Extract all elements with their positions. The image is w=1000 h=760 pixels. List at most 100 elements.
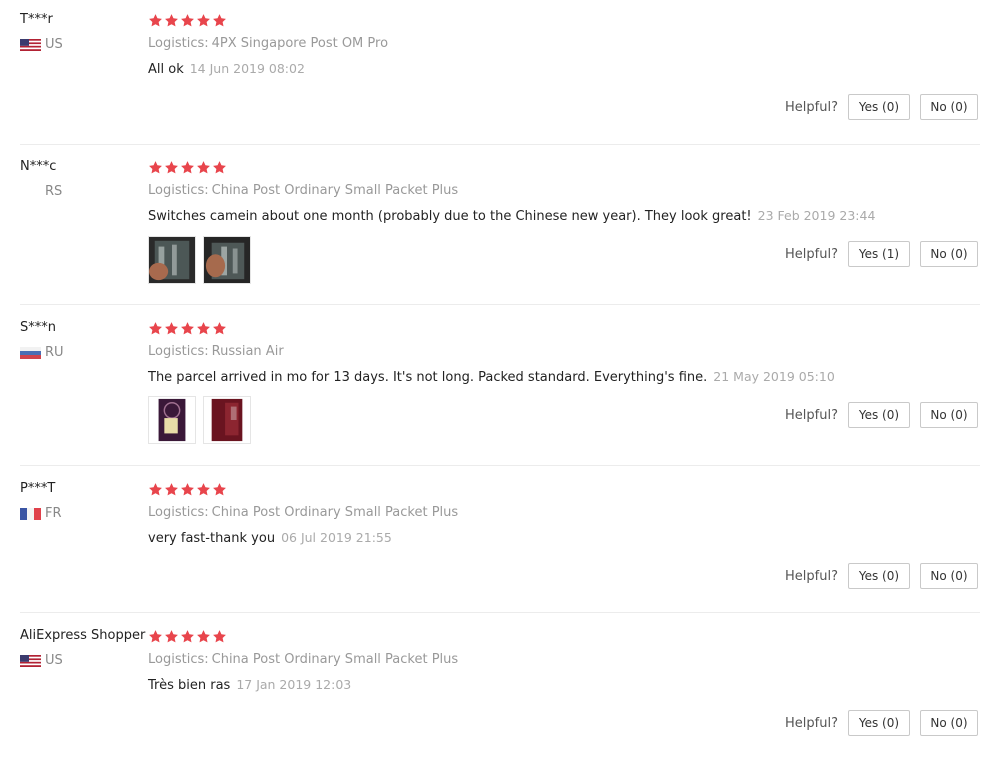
- logistics-label: Logistics:: [148, 183, 209, 198]
- helpful-vote: Helpful? Yes (0) No (0): [785, 402, 978, 428]
- star-icon: [197, 322, 210, 335]
- reviewer-name: S***n: [20, 320, 56, 335]
- logistics-info: Logistics: China Post Ordinary Small Pack…: [148, 505, 458, 520]
- ru-flag-icon: [20, 346, 41, 359]
- review-photo-thumbnail[interactable]: [203, 236, 251, 284]
- helpful-yes-button[interactable]: Yes (0): [847, 563, 910, 589]
- logistics-value: China Post Ordinary Small Packet Plus: [211, 652, 459, 667]
- fr-flag-icon: [20, 507, 41, 520]
- star-icon: [181, 483, 194, 496]
- star-icon: [149, 630, 162, 643]
- logistics-label: Logistics:: [148, 652, 209, 667]
- divider: [20, 465, 980, 466]
- star-icon: [165, 630, 178, 643]
- helpful-no-button[interactable]: No (0): [919, 94, 978, 120]
- star-icon: [213, 14, 226, 27]
- helpful-no-button[interactable]: No (0): [919, 241, 978, 267]
- review-photo-thumbnail[interactable]: [203, 396, 251, 444]
- feedback: very fast-thank you 06 Jul 2019 21:55: [148, 530, 392, 546]
- star-icon: [165, 161, 178, 174]
- helpful-label: Helpful?: [785, 715, 838, 731]
- feedback: All ok 14 Jun 2019 08:02: [148, 61, 305, 77]
- helpful-label: Helpful?: [785, 246, 838, 262]
- feedback-text: The parcel arrived in mo for 13 days. It…: [148, 370, 708, 385]
- feedback-text: very fast-thank you: [148, 531, 276, 546]
- star-icon: [213, 161, 226, 174]
- helpful-yes-button[interactable]: Yes (0): [847, 710, 910, 736]
- review-list: T***r US Logistics: 4PX Singapore Post OM…: [0, 0, 1000, 760]
- reviewer-country: FR: [20, 506, 62, 521]
- helpful-no-button[interactable]: No (0): [919, 563, 978, 589]
- helpful-vote: Helpful? Yes (1) No (0): [785, 241, 978, 267]
- reviewer-country: US: [20, 37, 63, 52]
- logistics-label: Logistics:: [148, 36, 209, 51]
- review-photo-thumbnail[interactable]: [148, 236, 196, 284]
- country-code: US: [45, 653, 63, 668]
- star-icon: [181, 630, 194, 643]
- review-photo-thumbnail[interactable]: [148, 396, 196, 444]
- logistics-value: 4PX Singapore Post OM Pro: [211, 36, 389, 51]
- star-icon: [213, 483, 226, 496]
- logistics-info: Logistics: China Post Ordinary Small Pack…: [148, 183, 458, 198]
- blank-flag-icon: [20, 186, 41, 198]
- helpful-yes-button[interactable]: Yes (0): [847, 94, 910, 120]
- reviewer-name: T***r: [20, 12, 53, 27]
- star-icon: [197, 161, 210, 174]
- star-icon: [213, 322, 226, 335]
- helpful-yes-button[interactable]: Yes (1): [847, 241, 910, 267]
- star-icon: [165, 483, 178, 496]
- feedback-date: 06 Jul 2019 21:55: [281, 530, 392, 545]
- feedback-date: 14 Jun 2019 08:02: [189, 61, 305, 76]
- star-icon: [181, 322, 194, 335]
- feedback-text: Très bien ras: [148, 678, 231, 693]
- star-icon: [149, 161, 162, 174]
- star-rating: [148, 160, 227, 175]
- logistics-value: China Post Ordinary Small Packet Plus: [211, 183, 459, 198]
- helpful-vote: Helpful? Yes (0) No (0): [785, 94, 978, 120]
- helpful-no-button[interactable]: No (0): [919, 710, 978, 736]
- star-rating: [148, 321, 227, 336]
- feedback-date: 23 Feb 2019 23:44: [757, 208, 876, 223]
- feedback: The parcel arrived in mo for 13 days. It…: [148, 369, 835, 385]
- helpful-yes-button[interactable]: Yes (0): [847, 402, 910, 428]
- star-rating: [148, 482, 227, 497]
- country-code: RS: [45, 184, 63, 199]
- logistics-value: China Post Ordinary Small Packet Plus: [211, 505, 459, 520]
- divider: [20, 144, 980, 145]
- reviewer-country: RS: [20, 184, 62, 199]
- review-photos: [148, 396, 251, 444]
- reviewer-name: AliExpress Shopper: [20, 628, 146, 643]
- star-icon: [165, 14, 178, 27]
- star-icon: [181, 14, 194, 27]
- star-icon: [149, 483, 162, 496]
- feedback: Switches camein about one month (probabl…: [148, 208, 875, 224]
- reviewer-country: RU: [20, 345, 64, 360]
- feedback-text: Switches camein about one month (probabl…: [148, 209, 752, 224]
- star-icon: [197, 483, 210, 496]
- us-flag-icon: [20, 38, 41, 51]
- logistics-value: Russian Air: [211, 344, 284, 359]
- feedback-date: 17 Jan 2019 12:03: [236, 677, 352, 692]
- divider: [20, 304, 980, 305]
- star-icon: [197, 14, 210, 27]
- country-code: RU: [45, 345, 64, 360]
- feedback-date: 21 May 2019 05:10: [713, 369, 835, 384]
- star-icon: [213, 630, 226, 643]
- star-rating: [148, 13, 227, 28]
- star-icon: [165, 322, 178, 335]
- us-flag-icon: [20, 654, 41, 667]
- review-photos: [148, 236, 251, 284]
- reviewer-name: P***T: [20, 481, 56, 496]
- star-icon: [197, 630, 210, 643]
- logistics-info: Logistics: 4PX Singapore Post OM Pro: [148, 36, 388, 51]
- logistics-info: Logistics: China Post Ordinary Small Pack…: [148, 652, 458, 667]
- helpful-no-button[interactable]: No (0): [919, 402, 978, 428]
- country-code: FR: [45, 506, 62, 521]
- reviewer-name: N***c: [20, 159, 57, 174]
- star-icon: [181, 161, 194, 174]
- logistics-label: Logistics:: [148, 344, 209, 359]
- star-icon: [149, 14, 162, 27]
- reviewer-country: US: [20, 653, 63, 668]
- divider: [20, 612, 980, 613]
- helpful-label: Helpful?: [785, 568, 838, 584]
